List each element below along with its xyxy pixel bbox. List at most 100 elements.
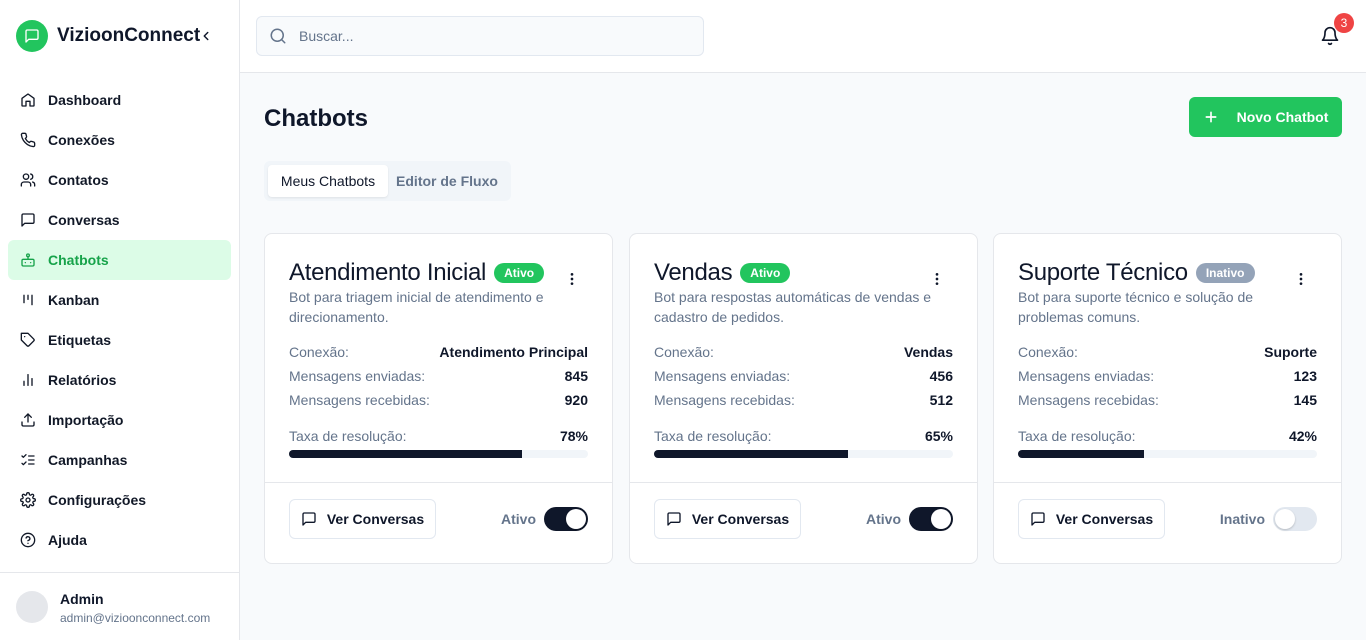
user-name: Admin — [60, 591, 104, 607]
connection-value: Atendimento Principal — [439, 344, 588, 360]
more-vertical-icon[interactable] — [1293, 271, 1309, 287]
sidebar-item-campanhas[interactable]: Campanhas — [8, 440, 231, 480]
resolution-label: Taxa de resolução: — [654, 428, 772, 444]
sidebar-item-etiquetas[interactable]: Etiquetas — [8, 320, 231, 360]
received-value: 920 — [564, 392, 588, 408]
progress-fill — [289, 450, 523, 458]
resolution-progress — [289, 450, 588, 458]
sent-label: Mensagens enviadas: — [1018, 368, 1155, 384]
resolution-label: Taxa de resolução: — [1018, 428, 1136, 444]
more-vertical-icon[interactable] — [564, 271, 580, 287]
search-box[interactable] — [256, 16, 704, 56]
connection-label: Conexão: — [1018, 344, 1078, 360]
sidebar-item-kanban[interactable]: Kanban — [8, 280, 231, 320]
status-badge: Ativo — [494, 263, 545, 283]
toggle-label: Inativo — [1219, 511, 1265, 527]
list-checks-icon — [20, 452, 36, 468]
brand[interactable]: VizioonConnect — [16, 20, 200, 52]
user-profile[interactable]: Admin admin@vizioonconnect.com — [0, 572, 239, 640]
sent-value: 123 — [1293, 368, 1317, 384]
chevron-left-icon[interactable] — [198, 27, 214, 45]
home-icon — [20, 92, 36, 108]
toggle-label: Ativo — [866, 511, 901, 527]
resolution-progress — [654, 450, 953, 458]
bot-icon — [20, 252, 36, 268]
phone-icon — [20, 132, 36, 148]
app-name: VizioonConnect — [57, 25, 201, 46]
help-circle-icon — [20, 532, 36, 548]
page-title: Chatbots — [264, 105, 368, 132]
status-toggle-group: Ativo — [866, 507, 953, 531]
divider — [265, 482, 612, 483]
received-value: 512 — [929, 392, 953, 408]
bar-chart-icon — [20, 372, 36, 388]
card-title: Vendas — [654, 259, 733, 286]
chatbot-card: Atendimento Inicial Ativo Bot para triag… — [264, 233, 613, 564]
card-description: Bot para respostas automáticas de vendas… — [654, 289, 932, 325]
upload-icon — [20, 412, 36, 428]
sidebar-item-label: Chatbots — [48, 252, 109, 268]
card-title: Atendimento Inicial — [289, 259, 487, 286]
sidebar-item-label: Relatórios — [48, 372, 117, 388]
sent-value: 845 — [564, 368, 588, 384]
resolution-label: Taxa de resolução: — [289, 428, 407, 444]
tab-list: Meus Chatbots Editor de Fluxo — [264, 161, 511, 201]
connection-value: Suporte — [1264, 344, 1317, 360]
sent-label: Mensagens enviadas: — [289, 368, 426, 384]
settings-icon — [20, 492, 36, 508]
status-toggle[interactable] — [909, 507, 953, 531]
user-email: admin@vizioonconnect.com — [60, 611, 211, 625]
new-chatbot-label: Novo Chatbot — [1236, 109, 1329, 125]
sidebar-item-label: Etiquetas — [48, 332, 112, 348]
notification-badge: 3 — [1334, 13, 1354, 33]
sent-value: 456 — [929, 368, 953, 384]
sidebar-item-ajuda[interactable]: Ajuda — [8, 520, 231, 560]
sidebar-item-label: Dashboard — [48, 92, 122, 108]
status-toggle[interactable] — [1273, 507, 1317, 531]
status-toggle[interactable] — [544, 507, 588, 531]
resolution-value: 42% — [1288, 428, 1317, 444]
kanban-icon — [20, 292, 36, 308]
new-chatbot-button[interactable]: Novo Chatbot — [1189, 97, 1342, 137]
sidebar-item-label: Kanban — [48, 292, 100, 308]
sidebar-item-conexoes[interactable]: Conexões — [8, 120, 231, 160]
sidebar-item-label: Importação — [48, 412, 124, 428]
tab-editor-de-fluxo[interactable]: Editor de Fluxo — [388, 165, 506, 197]
view-conversations-button[interactable]: Ver Conversas — [654, 499, 801, 539]
card-description: Bot para suporte técnico e solução de pr… — [1018, 289, 1254, 325]
status-toggle-group: Ativo — [501, 507, 588, 531]
search-input[interactable] — [299, 28, 679, 44]
sidebar-item-configuracoes[interactable]: Configurações — [8, 480, 231, 520]
tab-meus-chatbots[interactable]: Meus Chatbots — [268, 165, 388, 197]
view-conversations-button[interactable]: Ver Conversas — [1018, 499, 1165, 539]
sidebar-item-contatos[interactable]: Contatos — [8, 160, 231, 200]
sidebar-item-label: Campanhas — [48, 452, 128, 468]
sidebar: VizioonConnect Dashboard Conexões Contat… — [0, 0, 240, 640]
progress-fill — [654, 450, 849, 458]
message-logo-icon — [16, 20, 48, 52]
card-title: Suporte Técnico — [1018, 259, 1188, 286]
card-description: Bot para triagem inicial de atendimento … — [289, 289, 544, 325]
sidebar-nav: Dashboard Conexões Contatos Conversas Ch… — [8, 80, 231, 560]
received-label: Mensagens recebidas: — [1018, 392, 1159, 408]
view-conversations-button[interactable]: Ver Conversas — [289, 499, 436, 539]
sidebar-item-label: Conexões — [48, 132, 115, 148]
sidebar-item-dashboard[interactable]: Dashboard — [8, 80, 231, 120]
resolution-value: 78% — [559, 428, 588, 444]
tag-icon — [20, 332, 36, 348]
message-square-icon — [1030, 511, 1046, 527]
sidebar-item-importacao[interactable]: Importação — [8, 400, 231, 440]
message-square-icon — [301, 511, 317, 527]
toggle-label: Ativo — [501, 511, 536, 527]
connection-label: Conexão: — [289, 344, 349, 360]
status-badge: Ativo — [740, 263, 791, 283]
sidebar-item-relatorios[interactable]: Relatórios — [8, 360, 231, 400]
sidebar-item-conversas[interactable]: Conversas — [8, 200, 231, 240]
resolution-value: 65% — [924, 428, 953, 444]
received-label: Mensagens recebidas: — [289, 392, 430, 408]
connection-value: Vendas — [903, 344, 953, 360]
more-vertical-icon[interactable] — [929, 271, 945, 287]
sidebar-item-chatbots[interactable]: Chatbots — [8, 240, 231, 280]
sidebar-item-label: Ajuda — [48, 532, 87, 548]
topbar: 3 — [240, 0, 1366, 73]
